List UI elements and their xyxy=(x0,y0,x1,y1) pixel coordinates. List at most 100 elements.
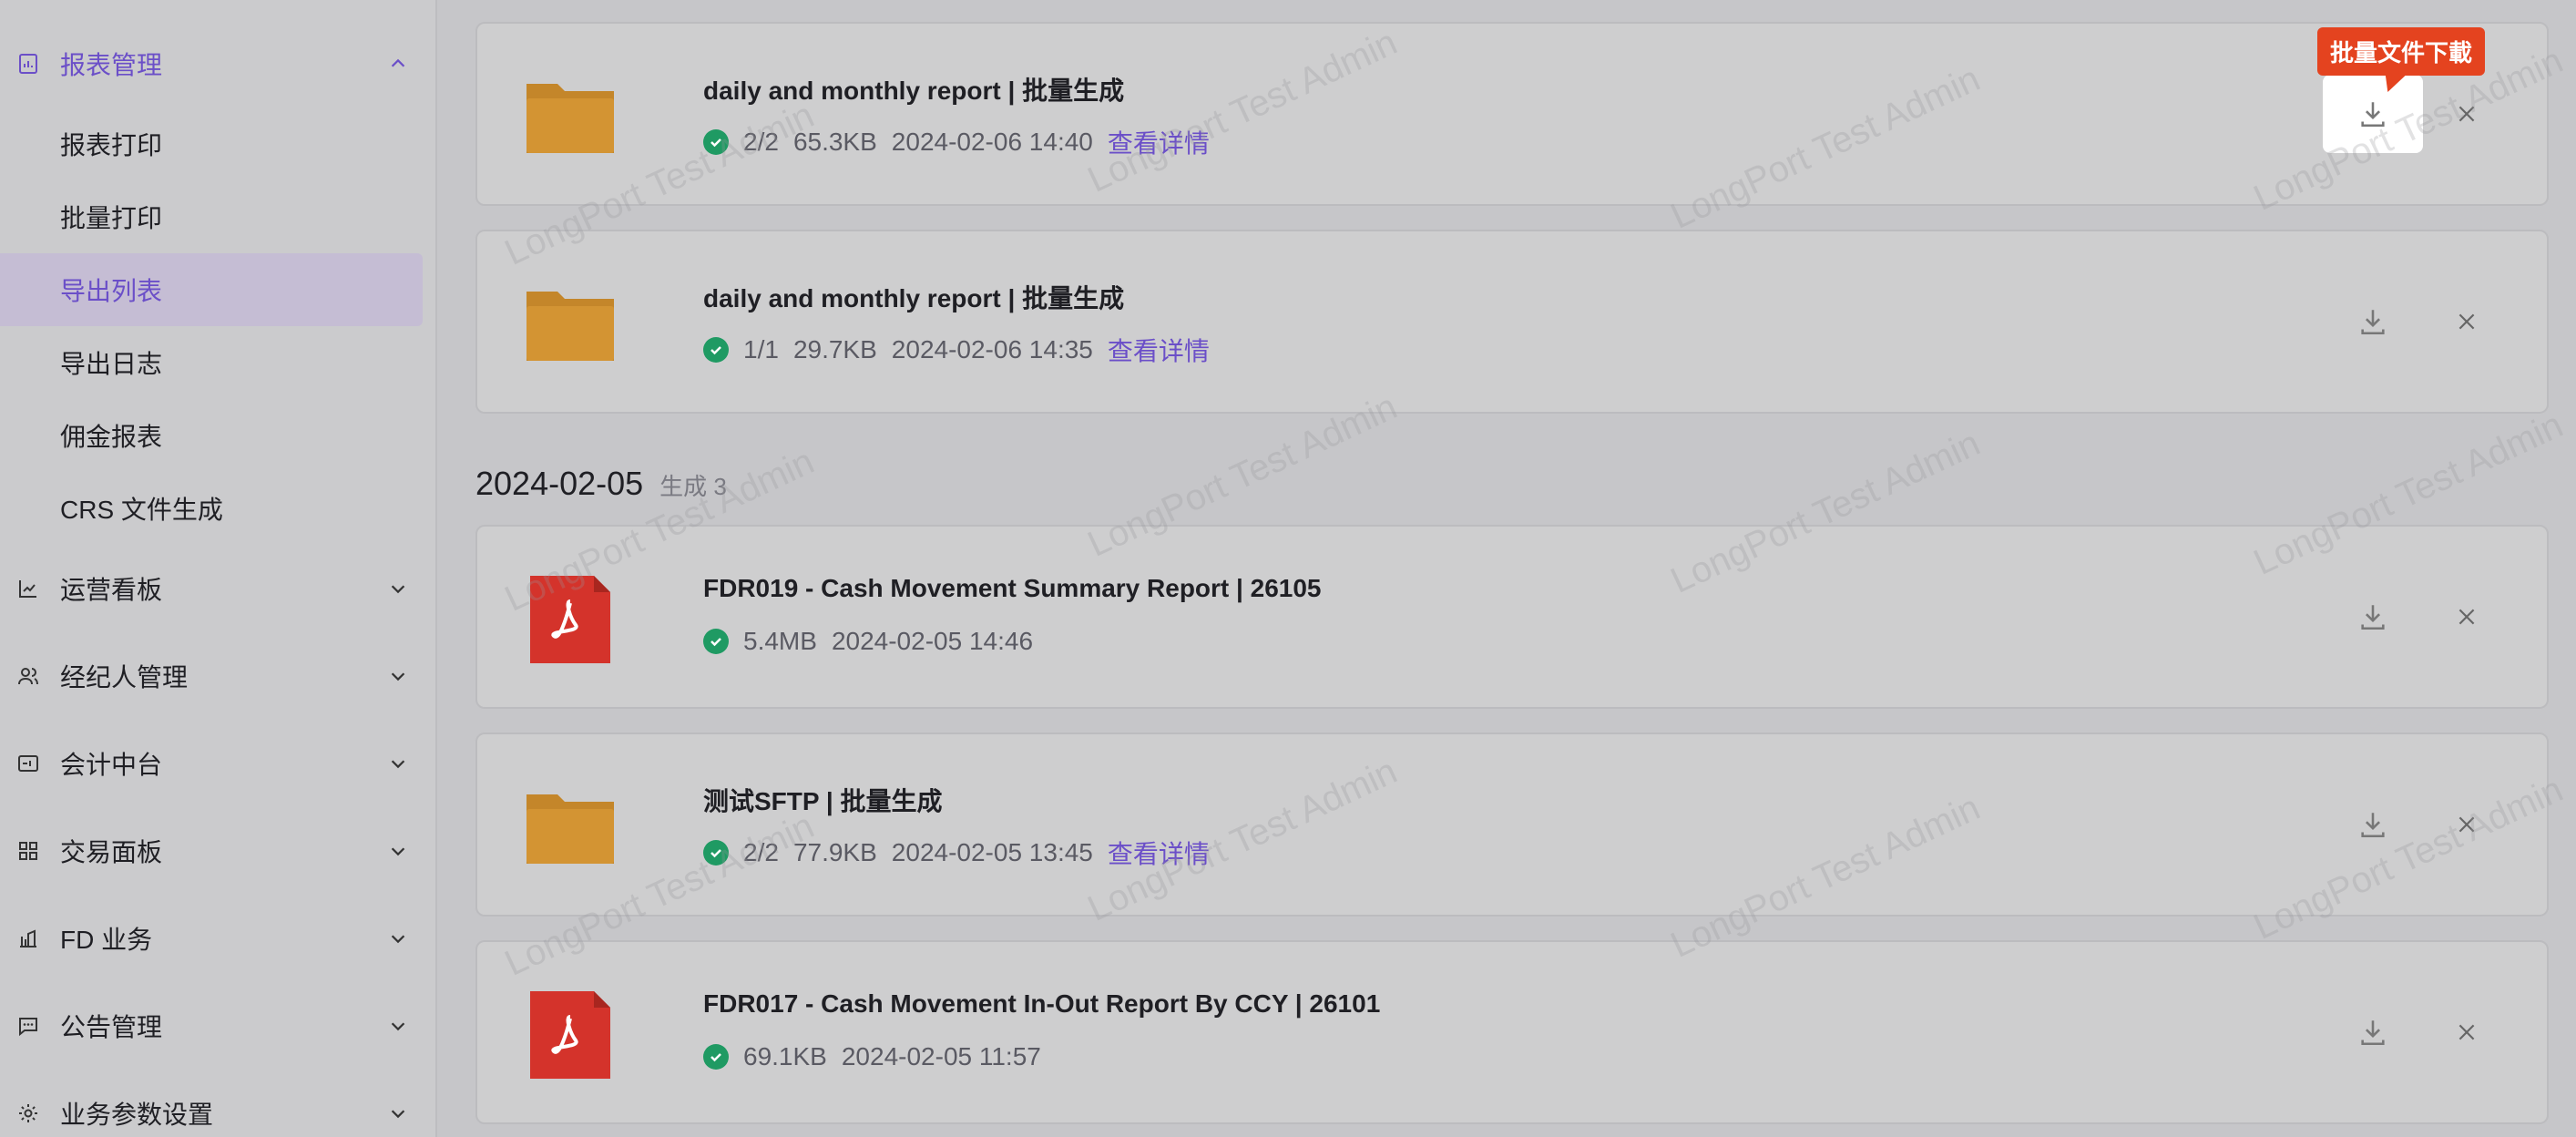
sidebar-item-export-list[interactable]: 导出列表 xyxy=(0,253,423,326)
sidebar-group-operations-board[interactable]: 运营看板 xyxy=(0,545,437,632)
sidebar-group-label: 经纪人管理 xyxy=(60,663,189,691)
file-card: daily and monthly report | 批量生成 1/1 29.7… xyxy=(475,230,2549,414)
view-details-link[interactable]: 查看详情 xyxy=(1108,835,1210,871)
sidebar-group-label: FD 业务 xyxy=(60,926,153,954)
chevron-down-icon xyxy=(391,847,405,856)
success-check-icon xyxy=(703,337,729,363)
download-icon xyxy=(2361,102,2385,128)
file-time: 2024-02-06 14:40 xyxy=(891,128,1093,156)
file-size: 77.9KB xyxy=(792,838,877,866)
download-button[interactable] xyxy=(2323,993,2423,1071)
remove-button[interactable] xyxy=(2439,589,2494,644)
sidebar-item-label: 佣金报表 xyxy=(60,423,163,451)
remove-button[interactable] xyxy=(2439,797,2494,852)
close-icon xyxy=(2458,106,2475,122)
sidebar-group-label: 业务参数设置 xyxy=(60,1101,214,1129)
export-list-panel: daily and monthly report | 批量生成 2/2 65.3… xyxy=(439,0,2576,1137)
remove-button[interactable] xyxy=(2439,294,2494,349)
file-meta: 2/2 65.3KB 2024-02-06 14:40 查看详情 xyxy=(703,124,1210,160)
sidebar: 报表管理 报表打印 批量打印 导出列表 导出日志 佣金报表 CRS 文件生成 运… xyxy=(0,0,437,1137)
folder-icon xyxy=(526,84,614,153)
close-icon xyxy=(2458,313,2475,330)
ledger-icon xyxy=(16,752,40,775)
sidebar-item-report-print[interactable]: 报表打印 xyxy=(0,108,437,180)
pdf-file-icon xyxy=(530,991,610,1079)
message-icon xyxy=(16,1014,40,1038)
batch-download-tooltip: 批量文件下載 xyxy=(2317,27,2486,76)
file-time: 2024-02-05 14:46 xyxy=(831,627,1034,655)
file-time: 2024-02-05 13:45 xyxy=(891,838,1093,866)
line-chart-icon xyxy=(16,577,40,600)
download-button[interactable] xyxy=(2323,785,2423,864)
chevron-down-icon xyxy=(391,760,405,769)
file-meta: 69.1KB 2024-02-05 11:57 xyxy=(703,1042,1056,1071)
close-icon xyxy=(2458,816,2475,833)
close-icon xyxy=(2458,609,2475,625)
download-button[interactable] xyxy=(2323,282,2423,361)
file-count: 1/1 xyxy=(743,335,779,364)
download-icon xyxy=(2361,1020,2385,1046)
report-icon xyxy=(16,52,40,76)
sidebar-group-fd-business[interactable]: FD 业务 xyxy=(0,895,437,982)
file-meta: 2/2 77.9KB 2024-02-05 13:45 查看详情 xyxy=(703,835,1210,871)
chevron-down-icon xyxy=(391,935,405,944)
file-size: 29.7KB xyxy=(792,335,877,364)
sidebar-group-label: 交易面板 xyxy=(60,838,163,866)
chevron-down-icon xyxy=(391,672,405,681)
date-group-heading: 2024-02-05 生成 3 xyxy=(475,465,727,503)
sidebar-item-label: 报表打印 xyxy=(60,131,163,159)
file-size: 65.3KB xyxy=(792,128,877,156)
file-size: 69.1KB xyxy=(743,1042,827,1070)
download-icon xyxy=(2361,605,2385,630)
file-title: daily and monthly report | 批量生成 xyxy=(703,284,1125,312)
file-title: FDR017 - Cash Movement In-Out Report By … xyxy=(703,989,1381,1018)
download-button[interactable] xyxy=(2323,75,2423,153)
file-time: 2024-02-06 14:35 xyxy=(891,335,1093,364)
sidebar-group-announcements[interactable]: 公告管理 xyxy=(0,982,437,1070)
users-icon xyxy=(16,664,40,688)
file-count: 2/2 xyxy=(743,128,779,156)
sidebar-group-broker-management[interactable]: 经纪人管理 xyxy=(0,632,437,720)
sidebar-item-commission-report[interactable]: 佣金报表 xyxy=(0,399,437,472)
success-check-icon xyxy=(703,840,729,866)
dashboard-grid-icon xyxy=(16,839,40,863)
date-group-date: 2024-02-05 xyxy=(475,465,644,502)
view-details-link[interactable]: 查看详情 xyxy=(1108,332,1210,368)
sidebar-item-export-log[interactable]: 导出日志 xyxy=(0,326,437,399)
file-title: daily and monthly report | 批量生成 xyxy=(703,77,1125,105)
file-meta: 5.4MB 2024-02-05 14:46 xyxy=(703,627,1048,656)
chevron-down-icon xyxy=(391,1110,405,1119)
date-group-count: 生成 3 xyxy=(659,473,727,500)
success-check-icon xyxy=(703,129,729,155)
file-meta: 1/1 29.7KB 2024-02-06 14:35 查看详情 xyxy=(703,332,1210,368)
sidebar-item-label: 导出日志 xyxy=(60,350,163,378)
success-check-icon xyxy=(703,1044,729,1070)
file-size: 5.4MB xyxy=(743,627,817,655)
sidebar-item-crs-file[interactable]: CRS 文件生成 xyxy=(0,472,437,545)
sidebar-item-label: 导出列表 xyxy=(60,277,163,305)
sidebar-group-label: 会计中台 xyxy=(60,751,163,779)
file-card: 测试SFTP | 批量生成 2/2 77.9KB 2024-02-05 13:4… xyxy=(475,732,2549,917)
sidebar-item-label: CRS 文件生成 xyxy=(60,496,223,524)
folder-icon xyxy=(526,292,614,361)
sidebar-group-label: 报表管理 xyxy=(60,51,163,79)
download-button[interactable] xyxy=(2323,578,2423,656)
file-title: 测试SFTP | 批量生成 xyxy=(703,787,943,815)
remove-button[interactable] xyxy=(2439,1005,2494,1060)
sidebar-group-report-management[interactable]: 报表管理 xyxy=(0,20,437,108)
file-card: daily and monthly report | 批量生成 2/2 65.3… xyxy=(475,22,2549,206)
sidebar-group-accounting[interactable]: 会计中台 xyxy=(0,720,437,807)
sidebar-group-label: 运营看板 xyxy=(60,576,163,604)
chevron-down-icon xyxy=(391,1022,405,1031)
view-details-link[interactable]: 查看详情 xyxy=(1108,124,1210,160)
pdf-file-icon xyxy=(530,576,610,663)
sidebar-group-label: 公告管理 xyxy=(60,1013,163,1041)
chevron-down-icon xyxy=(391,585,405,594)
sidebar-group-trading-panel[interactable]: 交易面板 xyxy=(0,807,437,895)
remove-button[interactable] xyxy=(2439,87,2494,141)
sidebar-item-batch-print[interactable]: 批量打印 xyxy=(0,180,437,253)
file-title: FDR019 - Cash Movement Summary Report | … xyxy=(703,574,1322,602)
success-check-icon xyxy=(703,629,729,654)
sidebar-group-business-params[interactable]: 业务参数设置 xyxy=(0,1070,437,1137)
file-card: FDR019 - Cash Movement Summary Report | … xyxy=(475,525,2549,709)
